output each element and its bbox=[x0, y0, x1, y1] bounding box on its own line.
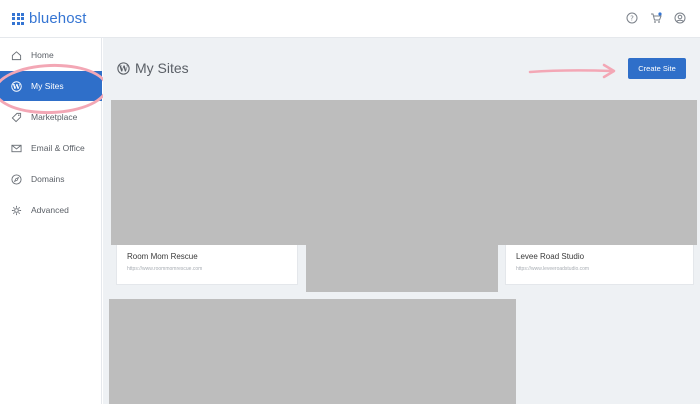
svg-text:?: ? bbox=[630, 15, 634, 23]
gear-icon bbox=[11, 205, 22, 216]
sidebar-item-label: Marketplace bbox=[31, 112, 78, 122]
help-icon[interactable]: ? bbox=[626, 12, 638, 24]
sidebar: Home W My Sites Marketplace Email & Offi… bbox=[0, 38, 102, 404]
sidebar-item-email-office[interactable]: Email & Office bbox=[0, 133, 102, 163]
create-site-button[interactable]: Create Site bbox=[628, 58, 686, 79]
bluehost-logo[interactable]: bluehost bbox=[12, 10, 87, 27]
main-content: W My Sites Create Site Room Mom Rescue h… bbox=[103, 38, 700, 404]
thumbnail-placeholder bbox=[111, 100, 697, 245]
svg-text:W: W bbox=[118, 63, 129, 73]
top-icons: ? bbox=[626, 12, 686, 24]
top-bar: bluehost ? bbox=[0, 0, 700, 38]
site-name[interactable]: Levee Road Studio bbox=[516, 252, 584, 261]
logo-text: bluehost bbox=[29, 10, 87, 27]
thumbnail-placeholder bbox=[306, 238, 498, 292]
svg-text:W: W bbox=[12, 82, 21, 90]
page-title-text: My Sites bbox=[135, 60, 189, 76]
sidebar-item-label: Email & Office bbox=[31, 143, 85, 153]
sidebar-item-home[interactable]: Home bbox=[0, 40, 102, 70]
sidebar-item-label: Advanced bbox=[31, 205, 69, 215]
site-url[interactable]: https://www.roommomrescue.com bbox=[127, 266, 202, 272]
annotation-arrow-icon bbox=[528, 63, 616, 79]
account-icon[interactable] bbox=[674, 12, 686, 24]
sidebar-item-label: Home bbox=[31, 50, 54, 60]
mail-icon bbox=[11, 143, 22, 154]
logo-grid-icon bbox=[12, 12, 24, 25]
page-title: W My Sites bbox=[117, 60, 189, 76]
wordpress-icon: W bbox=[11, 80, 22, 92]
site-name[interactable]: Room Mom Rescue bbox=[127, 252, 198, 261]
compass-icon bbox=[11, 173, 22, 185]
sidebar-item-label: My Sites bbox=[31, 81, 64, 91]
cart-icon[interactable] bbox=[650, 12, 662, 24]
sidebar-item-marketplace[interactable]: Marketplace bbox=[0, 102, 102, 132]
thumbnail-placeholder bbox=[109, 299, 516, 404]
sidebar-item-domains[interactable]: Domains bbox=[0, 164, 102, 194]
site-url[interactable]: https://www.leveeroadstudio.com bbox=[516, 266, 589, 272]
sidebar-item-advanced[interactable]: Advanced bbox=[0, 195, 102, 225]
home-icon bbox=[11, 50, 22, 61]
wordpress-icon: W bbox=[117, 61, 130, 75]
sidebar-item-my-sites[interactable]: W My Sites bbox=[0, 71, 102, 101]
sidebar-item-label: Domains bbox=[31, 174, 65, 184]
tag-icon bbox=[11, 112, 22, 123]
